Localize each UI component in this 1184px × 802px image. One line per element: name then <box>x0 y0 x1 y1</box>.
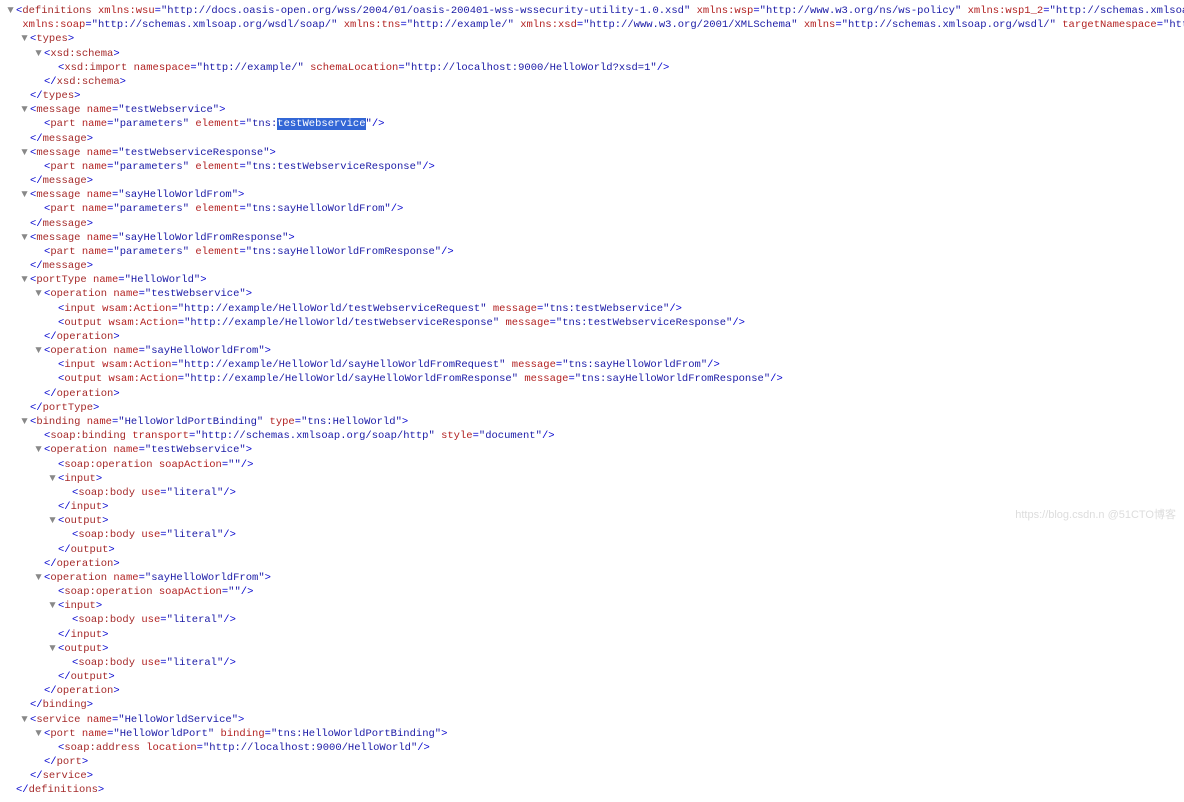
node-input[interactable]: ▼<input> <box>6 472 1178 486</box>
node-message-close[interactable]: </message> <box>6 259 1178 273</box>
toggle-icon[interactable]: ▼ <box>34 571 43 585</box>
node-xsd-schema-close[interactable]: </xsd:schema> <box>6 75 1178 89</box>
node-output[interactable]: <output wsam:Action="http://example/Hell… <box>6 316 1178 330</box>
node-portType-close[interactable]: </portType> <box>6 401 1178 415</box>
toggle-icon[interactable]: ▼ <box>48 599 57 613</box>
node-types-close[interactable]: </types> <box>6 89 1178 103</box>
toggle-icon[interactable]: ▼ <box>34 727 43 741</box>
node-binding-close[interactable]: </binding> <box>6 698 1178 712</box>
node-output[interactable]: ▼<output> <box>6 642 1178 656</box>
node-output-close[interactable]: </output> <box>6 670 1178 684</box>
node-definitions[interactable]: ▼<definitions xmlns:wsu="http://docs.oas… <box>6 4 1178 18</box>
node-definitions-close[interactable]: </definitions> <box>6 783 1178 797</box>
node-message[interactable]: ▼<message name="sayHelloWorldFromRespons… <box>6 231 1178 245</box>
node-operation[interactable]: ▼<operation name="sayHelloWorldFrom"> <box>6 344 1178 358</box>
node-binding[interactable]: ▼<binding name="HelloWorldPortBinding" t… <box>6 415 1178 429</box>
node-definitions-cont[interactable]: xmlns:soap="http://schemas.xmlsoap.org/w… <box>6 18 1178 32</box>
toggle-icon[interactable]: ▼ <box>20 415 29 429</box>
node-soap-operation[interactable]: <soap:operation soapAction=""/> <box>6 458 1178 472</box>
toggle-icon[interactable]: ▼ <box>34 47 43 61</box>
node-input-close[interactable]: </input> <box>6 628 1178 642</box>
node-operation-close[interactable]: </operation> <box>6 330 1178 344</box>
toggle-icon[interactable]: ▼ <box>20 32 29 46</box>
toggle-icon[interactable]: ▼ <box>20 273 29 287</box>
node-operation[interactable]: ▼<operation name="testWebservice"> <box>6 443 1178 457</box>
node-operation[interactable]: ▼<operation name="sayHelloWorldFrom"> <box>6 571 1178 585</box>
node-port[interactable]: ▼<port name="HelloWorldPort" binding="tn… <box>6 727 1178 741</box>
toggle-icon[interactable]: ▼ <box>34 287 43 301</box>
node-operation-close[interactable]: </operation> <box>6 557 1178 571</box>
node-types[interactable]: ▼<types> <box>6 32 1178 46</box>
node-soap-operation[interactable]: <soap:operation soapAction=""/> <box>6 585 1178 599</box>
node-port-close[interactable]: </port> <box>6 755 1178 769</box>
toggle-icon[interactable]: ▼ <box>48 472 57 486</box>
node-soap-address[interactable]: <soap:address location="http://localhost… <box>6 741 1178 755</box>
toggle-icon[interactable]: ▼ <box>34 344 43 358</box>
node-message-close[interactable]: </message> <box>6 174 1178 188</box>
node-soap-body[interactable]: <soap:body use="literal"/> <box>6 486 1178 500</box>
node-portType[interactable]: ▼<portType name="HelloWorld"> <box>6 273 1178 287</box>
node-message[interactable]: ▼<message name="testWebserviceResponse"> <box>6 146 1178 160</box>
toggle-icon[interactable]: ▼ <box>34 443 43 457</box>
node-input[interactable]: <input wsam:Action="http://example/Hello… <box>6 302 1178 316</box>
node-xsd-schema[interactable]: ▼<xsd:schema> <box>6 47 1178 61</box>
toggle-icon[interactable]: ▼ <box>20 713 29 727</box>
node-soap-body[interactable]: <soap:body use="literal"/> <box>6 613 1178 627</box>
toggle-icon[interactable]: ▼ <box>6 4 15 18</box>
node-operation-close[interactable]: </operation> <box>6 684 1178 698</box>
toggle-icon[interactable]: ▼ <box>20 103 29 117</box>
node-output-close[interactable]: </output> <box>6 543 1178 557</box>
toggle-icon[interactable]: ▼ <box>20 231 29 245</box>
node-message[interactable]: ▼<message name="testWebservice"> <box>6 103 1178 117</box>
node-input[interactable]: <input wsam:Action="http://example/Hello… <box>6 358 1178 372</box>
node-part[interactable]: <part name="parameters" element="tns:say… <box>6 245 1178 259</box>
node-service[interactable]: ▼<service name="HelloWorldService"> <box>6 713 1178 727</box>
node-soap-body[interactable]: <soap:body use="literal"/> <box>6 656 1178 670</box>
node-message-close[interactable]: </message> <box>6 132 1178 146</box>
node-part[interactable]: <part name="parameters" element="tns:tes… <box>6 160 1178 174</box>
toggle-icon[interactable]: ▼ <box>48 642 57 656</box>
node-message-close[interactable]: </message> <box>6 217 1178 231</box>
node-operation[interactable]: ▼<operation name="testWebservice"> <box>6 287 1178 301</box>
node-output[interactable]: ▼<output> <box>6 514 1178 528</box>
node-service-close[interactable]: </service> <box>6 769 1178 783</box>
toggle-icon[interactable]: ▼ <box>20 146 29 160</box>
toggle-icon[interactable]: ▼ <box>20 188 29 202</box>
node-xsd-import[interactable]: <xsd:import namespace="http://example/" … <box>6 61 1178 75</box>
node-part[interactable]: <part name="parameters" element="tns:tes… <box>6 117 1178 131</box>
xml-tree-viewer: ▼<definitions xmlns:wsu="http://docs.oas… <box>0 0 1184 802</box>
node-output[interactable]: <output wsam:Action="http://example/Hell… <box>6 372 1178 386</box>
node-input[interactable]: ▼<input> <box>6 599 1178 613</box>
toggle-icon[interactable]: ▼ <box>48 514 57 528</box>
node-soap-body[interactable]: <soap:body use="literal"/> <box>6 528 1178 542</box>
node-message[interactable]: ▼<message name="sayHelloWorldFrom"> <box>6 188 1178 202</box>
node-operation-close[interactable]: </operation> <box>6 387 1178 401</box>
node-part[interactable]: <part name="parameters" element="tns:say… <box>6 202 1178 216</box>
node-soap-binding[interactable]: <soap:binding transport="http://schemas.… <box>6 429 1178 443</box>
node-input-close[interactable]: </input> <box>6 500 1178 514</box>
